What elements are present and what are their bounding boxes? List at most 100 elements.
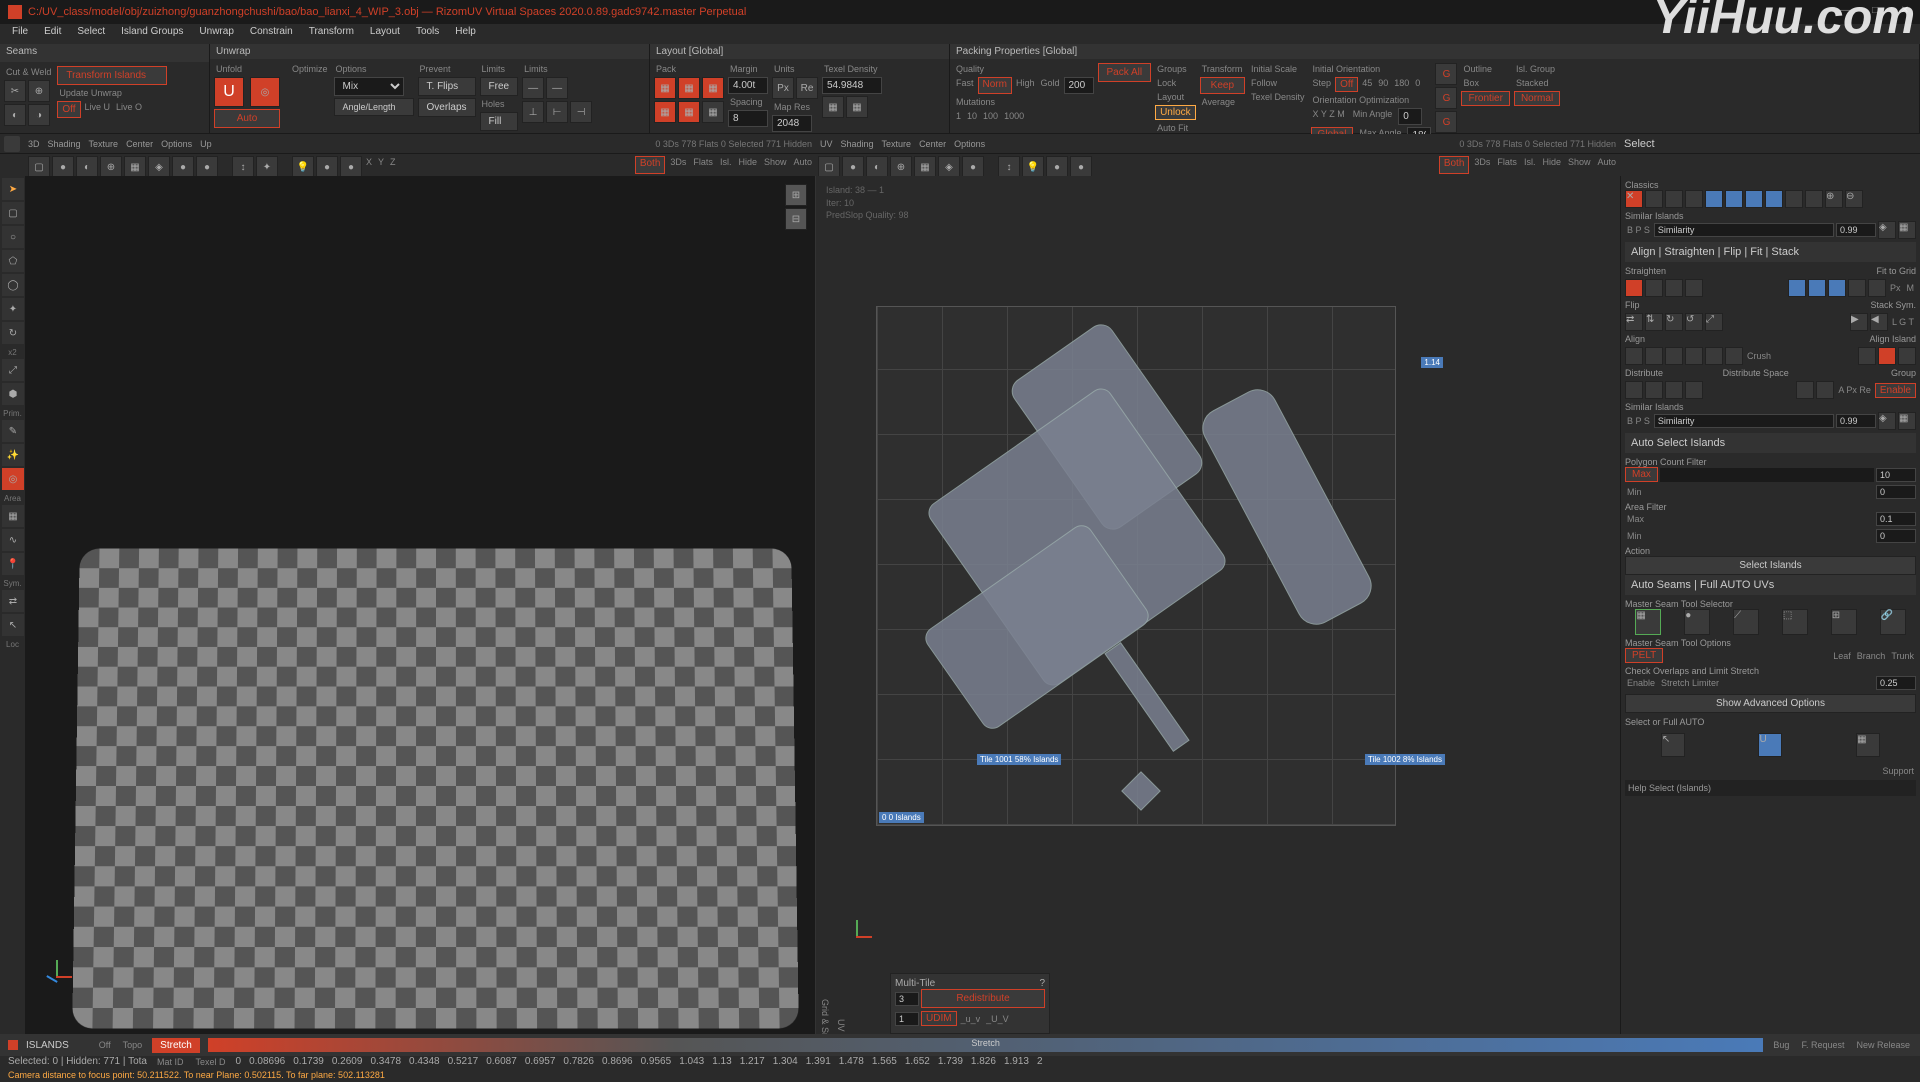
- enable-button[interactable]: Enable: [1875, 383, 1916, 398]
- seam-box-icon[interactable]: ⬚: [1782, 609, 1808, 635]
- liveo-label[interactable]: Live O: [114, 101, 144, 118]
- redistribute-button[interactable]: Redistribute: [921, 989, 1045, 1008]
- vh-texture[interactable]: Texture: [89, 139, 119, 149]
- flip-3[interactable]: ↻: [1665, 313, 1683, 331]
- g-btn-2[interactable]: G: [1435, 87, 1457, 109]
- seam-tool-1[interactable]: ◐: [4, 104, 26, 126]
- menu-unwrap[interactable]: Unwrap: [191, 24, 241, 44]
- auto-u-icon[interactable]: U: [1758, 733, 1782, 757]
- fit-2[interactable]: [1808, 279, 1826, 297]
- box-label[interactable]: Box: [1461, 77, 1509, 89]
- pack-btn-4[interactable]: ▦: [654, 101, 676, 123]
- auto-button[interactable]: Auto: [214, 109, 280, 128]
- constraint-4[interactable]: ⊢: [546, 101, 568, 123]
- overlaps-button[interactable]: Overlaps: [418, 98, 476, 117]
- tool-rect[interactable]: ▢: [2, 202, 24, 224]
- average-label[interactable]: Average: [1200, 96, 1245, 108]
- vp3d-tool-2[interactable]: ●: [52, 156, 74, 178]
- unlock-button[interactable]: Unlock: [1155, 105, 1196, 120]
- vp3d-tool-5[interactable]: ▦: [124, 156, 146, 178]
- vp3d-tool-7[interactable]: ●: [172, 156, 194, 178]
- fill-button[interactable]: Fill: [480, 112, 519, 131]
- menu-constrain[interactable]: Constrain: [242, 24, 301, 44]
- seam-grid-icon[interactable]: ⊞: [1831, 609, 1857, 635]
- sel-5[interactable]: [1725, 190, 1743, 208]
- dist-1[interactable]: [1625, 381, 1643, 399]
- px-btn[interactable]: Px: [772, 77, 794, 99]
- viewport-3d[interactable]: ⊞ ⊟: [26, 176, 816, 1056]
- vh-uvoptions[interactable]: Options: [954, 139, 985, 149]
- transform-islands-button[interactable]: Transform Islands: [57, 66, 167, 85]
- select-islands-button[interactable]: Select Islands: [1625, 556, 1916, 575]
- menu-layout[interactable]: Layout: [362, 24, 408, 44]
- cut-button[interactable]: ✂: [4, 80, 26, 102]
- sim2-btn-1[interactable]: ◈: [1878, 412, 1896, 430]
- stack-1[interactable]: ▶: [1850, 313, 1868, 331]
- high-label[interactable]: High: [1014, 77, 1037, 94]
- pelt-button[interactable]: PELT: [1625, 648, 1663, 663]
- constraint-5[interactable]: ⊣: [570, 101, 592, 123]
- optimize-icon[interactable]: ◎: [250, 77, 280, 107]
- flip-4[interactable]: ↺: [1685, 313, 1703, 331]
- uv-island-6[interactable]: [1121, 771, 1161, 811]
- tool-target[interactable]: ◎: [2, 468, 24, 490]
- auto-cursor-icon[interactable]: ↖: [1661, 733, 1685, 757]
- sel-8[interactable]: [1785, 190, 1803, 208]
- tflips-button[interactable]: T. Flips: [418, 77, 476, 96]
- sel-6[interactable]: [1745, 190, 1763, 208]
- udim-button[interactable]: UDIM: [921, 1011, 957, 1026]
- packall-button[interactable]: Pack All: [1098, 63, 1152, 82]
- vpuv-tool-5[interactable]: ▦: [914, 156, 936, 178]
- vp3d-tool-13[interactable]: ●: [340, 156, 362, 178]
- sim2-btn-2[interactable]: ▦: [1898, 412, 1916, 430]
- ali-2[interactable]: [1878, 347, 1896, 365]
- flip-1[interactable]: ⇄: [1625, 313, 1643, 331]
- vpuv-tool-9[interactable]: 💡: [1022, 156, 1044, 178]
- constraint-1[interactable]: —: [522, 77, 544, 99]
- tool-curve[interactable]: ∿: [2, 529, 24, 551]
- vpuv-tool-4[interactable]: ⊕: [890, 156, 912, 178]
- menu-edit[interactable]: Edit: [36, 24, 69, 44]
- stretch-button[interactable]: Stretch: [152, 1038, 200, 1053]
- al-6[interactable]: [1725, 347, 1743, 365]
- tool-poly[interactable]: ⬠: [2, 250, 24, 272]
- arrow-tool[interactable]: ➤: [2, 178, 24, 200]
- dist-3[interactable]: [1665, 381, 1683, 399]
- both-btn-uv[interactable]: Both: [1439, 156, 1470, 174]
- vpuv-tool-8[interactable]: ↕: [998, 156, 1020, 178]
- vpuv-tool-7[interactable]: ●: [962, 156, 984, 178]
- vpuv-tool-6[interactable]: ◈: [938, 156, 960, 178]
- unfold-button[interactable]: U: [214, 77, 244, 107]
- al-3[interactable]: [1665, 347, 1683, 365]
- sim-btn-1[interactable]: ◈: [1878, 221, 1896, 239]
- tool-sym[interactable]: ⇄: [2, 590, 24, 612]
- mapres-input[interactable]: [772, 115, 812, 132]
- sel-9[interactable]: [1805, 190, 1823, 208]
- tool-circle[interactable]: ○: [2, 226, 24, 248]
- vh-shading[interactable]: Shading: [48, 139, 81, 149]
- vh-uvcenter[interactable]: Center: [919, 139, 946, 149]
- stacked-label[interactable]: Stacked: [1514, 77, 1560, 89]
- lock-label[interactable]: Lock: [1155, 77, 1196, 89]
- sel-4[interactable]: [1705, 190, 1723, 208]
- step-off[interactable]: Off: [1335, 77, 1358, 92]
- nav-cube-2[interactable]: ⊟: [785, 208, 807, 230]
- viewport-uv[interactable]: Island: 38 — 1Iter: 10PredSlop Quality: …: [816, 176, 1620, 1056]
- texel-btn-1[interactable]: ▦: [822, 96, 844, 118]
- tool-lasso[interactable]: ◯: [2, 274, 24, 296]
- vp3d-tool-11[interactable]: 💡: [292, 156, 314, 178]
- fit-5[interactable]: [1868, 279, 1886, 297]
- vh-options[interactable]: Options: [161, 139, 192, 149]
- seam-link-icon[interactable]: 🔗: [1880, 609, 1906, 635]
- menu-island-groups[interactable]: Island Groups: [113, 24, 191, 44]
- max-btn[interactable]: Max: [1625, 467, 1658, 482]
- re-btn[interactable]: Re: [796, 77, 818, 99]
- dist-2[interactable]: [1645, 381, 1663, 399]
- vp3d-tool-1[interactable]: ▢: [28, 156, 50, 178]
- follow-label[interactable]: Follow: [1249, 77, 1307, 89]
- similarity2-input[interactable]: [1654, 414, 1834, 428]
- fit-4[interactable]: [1848, 279, 1866, 297]
- vp3d-tool-9[interactable]: ↕: [232, 156, 254, 178]
- weld-button[interactable]: ⊕: [28, 80, 50, 102]
- frontier-button[interactable]: Frontier: [1461, 91, 1509, 106]
